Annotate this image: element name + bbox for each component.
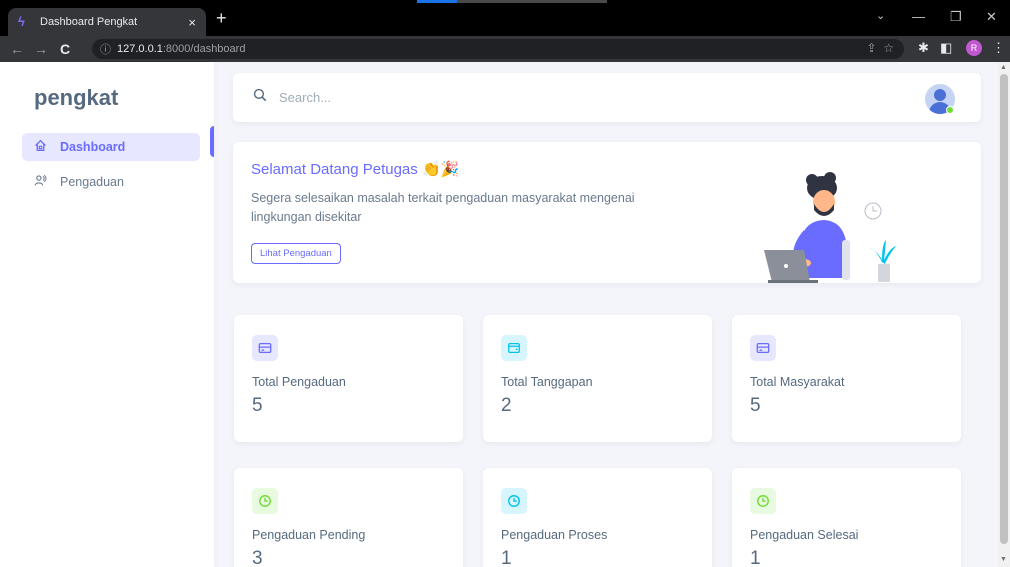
sidebar: pengkat Dashboard Pengaduan	[0, 62, 214, 567]
new-tab-button[interactable]: +	[216, 9, 227, 27]
clock-icon	[750, 488, 776, 514]
welcome-text: Segera selesaikan masalah terkait pengad…	[251, 191, 635, 224]
view-complaints-button[interactable]: Lihat Pengaduan	[251, 243, 341, 264]
loading-indicator	[417, 0, 457, 3]
browser-tab-strip: ϟ Dashboard Pengkat × + ⌄ — ❐ ✕	[0, 0, 1010, 36]
browser-tab[interactable]: ϟ Dashboard Pengkat ×	[8, 8, 206, 36]
stat-value: 5	[750, 395, 761, 416]
stat-card-pengaduan-pending: Pengaduan Pending 3	[234, 468, 463, 567]
stat-label: Pengaduan Selesai	[750, 528, 859, 542]
profile-avatar[interactable]: R	[966, 40, 982, 56]
url-field[interactable]: ⓘ 127.0.0.1 :8000/dashboard ⇪ ☆	[92, 39, 904, 59]
stat-card-total-pengaduan: Total Pengaduan 5	[234, 315, 463, 442]
scrollbar-thumb[interactable]	[1000, 74, 1008, 544]
stat-value: 2	[501, 395, 512, 416]
favicon-icon: ϟ	[18, 14, 25, 29]
card-icon	[750, 335, 776, 361]
tab-close-icon[interactable]: ×	[188, 15, 196, 30]
app-logo-text[interactable]: pengkat	[34, 85, 118, 111]
search-icon	[253, 88, 267, 102]
card-icon	[252, 335, 278, 361]
search-input[interactable]	[279, 87, 679, 107]
stat-card-total-tanggapan: Total Tanggapan 2	[483, 315, 712, 442]
sidebar-item-pengaduan[interactable]: Pengaduan	[22, 168, 200, 196]
url-path: :8000/dashboard	[162, 43, 246, 55]
users-icon	[32, 174, 48, 190]
welcome-card: Selamat Datang Petugas 👏🎉 Segera selesai…	[233, 142, 981, 283]
tab-title: Dashboard Pengkat	[40, 16, 138, 28]
page-scrollbar[interactable]: ▲ ▼	[998, 62, 1010, 567]
stat-card-pengaduan-proses: Pengaduan Proses 1	[483, 468, 712, 567]
man-with-laptop-illustration	[764, 172, 896, 283]
stat-value: 5	[252, 395, 263, 416]
scroll-up-icon[interactable]: ▲	[1000, 64, 1007, 71]
side-panel-icon[interactable]: ◧	[940, 40, 952, 56]
scroll-down-icon[interactable]: ▼	[1000, 556, 1007, 563]
stat-label: Total Masyarakat	[750, 375, 845, 389]
sidebar-item-dashboard[interactable]: Dashboard	[22, 133, 200, 161]
stat-label: Total Pengaduan	[252, 375, 346, 389]
sidebar-item-label: Dashboard	[60, 140, 126, 154]
reload-icon[interactable]: C	[58, 41, 72, 57]
browser-menu-icon[interactable]: ⋮	[992, 40, 1005, 56]
stat-label: Pengaduan Proses	[501, 528, 608, 542]
sidebar-item-label: Pengaduan	[60, 175, 124, 189]
extensions-icon[interactable]: ✱	[918, 40, 929, 56]
online-status-indicator	[946, 106, 954, 114]
address-bar: ← → C ⓘ 127.0.0.1 :8000/dashboard ⇪ ☆	[0, 36, 1010, 62]
minimize-icon[interactable]: —	[912, 9, 925, 24]
back-icon[interactable]: ←	[10, 41, 24, 57]
window-close-icon[interactable]: ✕	[986, 9, 997, 25]
site-info-icon[interactable]: ⓘ	[100, 41, 111, 57]
loading-track	[457, 0, 607, 3]
stat-value: 1	[750, 548, 761, 567]
stat-value: 3	[252, 548, 263, 567]
stat-card-total-masyarakat: Total Masyarakat 5	[732, 315, 961, 442]
stat-value: 1	[501, 548, 512, 567]
active-menu-indicator	[210, 126, 214, 157]
stat-label: Pengaduan Pending	[252, 528, 366, 542]
tab-search-icon[interactable]: ⌄	[876, 9, 885, 22]
welcome-title: Selamat Datang Petugas 👏🎉	[251, 161, 460, 178]
restore-icon[interactable]: ❐	[950, 9, 962, 25]
stat-label: Total Tanggapan	[501, 375, 593, 389]
top-navbar	[233, 73, 981, 122]
clock-icon	[501, 488, 527, 514]
url-host: 127.0.0.1	[117, 43, 163, 55]
forward-icon[interactable]: →	[34, 41, 48, 57]
bookmark-star-icon[interactable]: ⇪ ☆	[867, 41, 894, 55]
stat-card-pengaduan-selesai: Pengaduan Selesai 1	[732, 468, 961, 567]
wallet-icon	[501, 335, 527, 361]
clock-icon	[252, 488, 278, 514]
home-icon	[32, 139, 48, 155]
